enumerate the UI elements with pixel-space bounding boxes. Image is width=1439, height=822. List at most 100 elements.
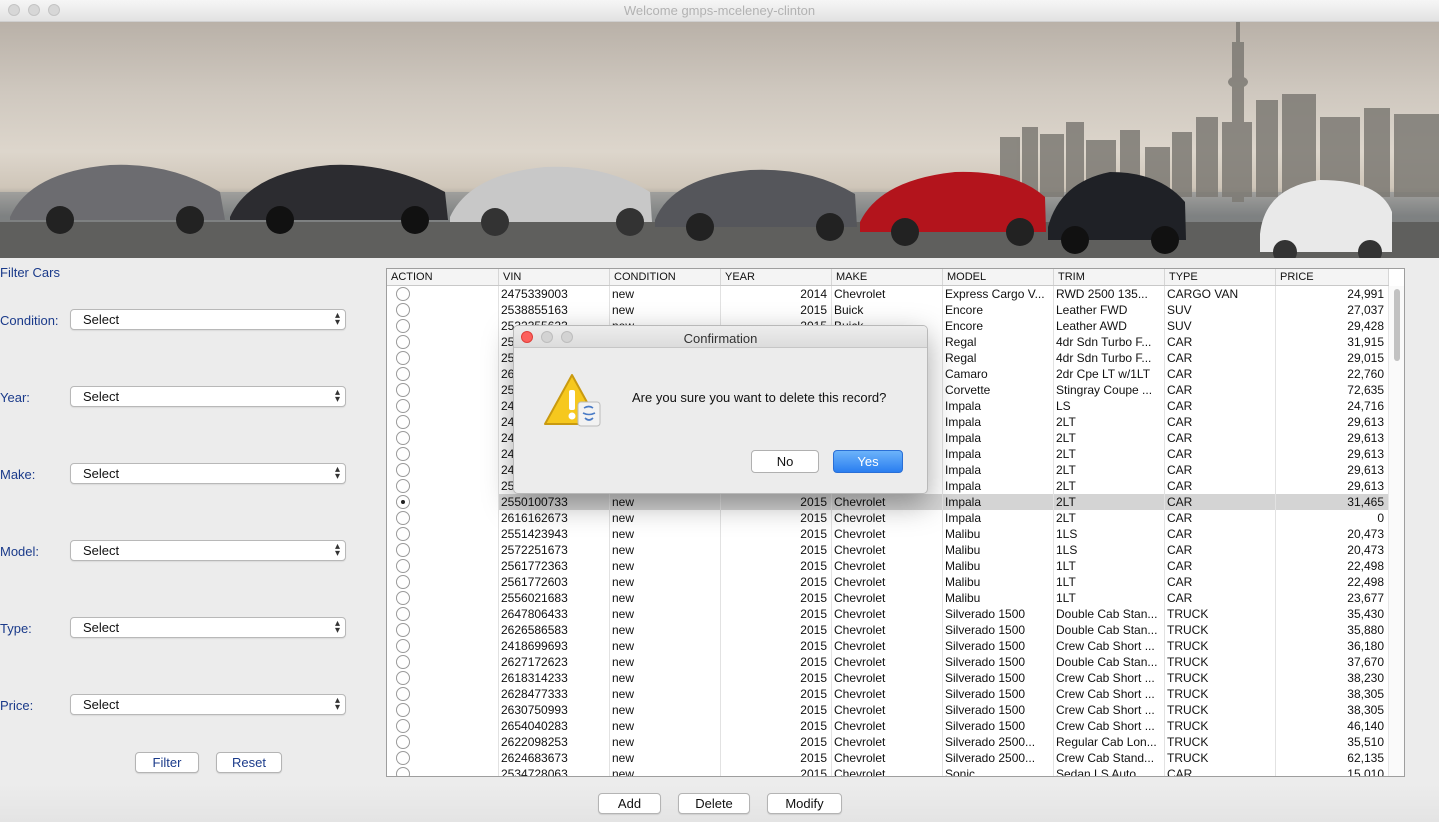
row-select-radio[interactable] [396,735,410,749]
modify-button[interactable]: Modify [767,793,842,814]
row-select-radio[interactable] [396,399,410,413]
column-header-model[interactable]: MODEL [943,269,1054,285]
row-select-radio[interactable] [396,479,410,493]
table-row[interactable]: 2654040283 new 2015 Chevrolet Silverado 1500… [387,718,1389,734]
vin-cell: 2627172623 [499,654,610,670]
type-select[interactable]: Select ▴ ▾ [70,617,346,638]
row-select-radio[interactable] [396,623,410,637]
model-select[interactable]: Select ▴ ▾ [70,540,346,561]
row-select-radio[interactable] [396,463,410,477]
table-row[interactable]: 2550100733 new 2015 Chevrolet Impala 2LT CAR 31… [387,494,1389,510]
row-select-radio[interactable] [396,671,410,685]
table-row[interactable]: 2475339003 new 2014 Chevrolet Express Cargo … [387,286,1389,302]
row-select-radio[interactable] [396,575,410,589]
delete-button[interactable]: Delete [678,793,750,814]
table-scrollbar[interactable] [1388,286,1404,776]
row-select-radio[interactable] [396,367,410,381]
yes-button[interactable]: Yes [833,450,903,473]
add-button[interactable]: Add [598,793,661,814]
table-row[interactable]: 2626586583 new 2015 Chevrolet Silverado 1500… [387,622,1389,638]
row-select-radio[interactable] [396,319,410,333]
row-select-radio[interactable] [396,351,410,365]
row-select-radio[interactable] [396,639,410,653]
vin-cell: 2551423943 [499,526,610,542]
scrollbar-thumb[interactable] [1394,289,1400,361]
row-select-radio[interactable] [396,543,410,557]
type-cell: CAR [1165,766,1276,776]
table-row[interactable]: 2630750993 new 2015 Chevrolet Silverado 1500… [387,702,1389,718]
row-select-radio[interactable] [396,303,410,317]
row-select-radio[interactable] [396,687,410,701]
row-select-radio[interactable] [396,655,410,669]
column-header-condition[interactable]: CONDITION [610,269,721,285]
row-select-radio[interactable] [396,703,410,717]
condition-cell: new [610,638,721,654]
row-select-radio[interactable] [396,591,410,605]
price-cell: 31,915 [1276,334,1389,350]
row-select-radio[interactable] [396,559,410,573]
price-cell: 35,430 [1276,606,1389,622]
make-cell: Chevrolet [832,734,943,750]
price-cell: 72,635 [1276,382,1389,398]
row-select-radio[interactable] [396,335,410,349]
row-select-radio[interactable] [396,767,410,776]
table-row[interactable]: 2618314233 new 2015 Chevrolet Silverado 1500… [387,670,1389,686]
row-select-radio[interactable] [396,607,410,621]
dialog-message: Are you sure you want to delete this rec… [632,390,887,405]
table-row[interactable]: 2622098253 new 2015 Chevrolet Silverado 2500… [387,734,1389,750]
column-header-action[interactable]: ACTION [387,269,499,285]
make-cell: Chevrolet [832,590,943,606]
price-select[interactable]: Select ▴ ▾ [70,694,346,715]
price-cell: 22,498 [1276,558,1389,574]
row-select-radio[interactable] [396,287,410,301]
row-select-radio[interactable] [396,719,410,733]
row-select-radio[interactable] [396,495,410,509]
condition-select[interactable]: Select ▴ ▾ [70,309,346,330]
row-select-radio[interactable] [396,447,410,461]
year-cell: 2015 [721,590,832,606]
table-row[interactable]: 2538855163 new 2015 Buick Encore Leather FWD S… [387,302,1389,318]
row-select-radio[interactable] [396,383,410,397]
trim-cell: 2LT [1054,414,1165,430]
model-cell: Impala [943,414,1054,430]
trim-cell: 4dr Sdn Turbo F... [1054,350,1165,366]
row-select-radio[interactable] [396,527,410,541]
table-row[interactable]: 2561772363 new 2015 Chevrolet Malibu 1LT CAR 22… [387,558,1389,574]
column-header-trim[interactable]: TRIM [1054,269,1165,285]
filter-button[interactable]: Filter [135,752,199,773]
row-select-radio[interactable] [396,415,410,429]
table-row[interactable]: 2616162673 new 2015 Chevrolet Impala 2LT CAR 0 [387,510,1389,526]
vin-cell: 2550100733 [499,494,610,510]
year-cell: 2015 [721,558,832,574]
table-row[interactable]: 2561772603 new 2015 Chevrolet Malibu 1LT CAR 22… [387,574,1389,590]
year-cell: 2015 [721,302,832,318]
reset-button[interactable]: Reset [216,752,282,773]
type-cell: CAR [1165,510,1276,526]
table-row[interactable]: 2534728063 new 2015 Chevrolet Sonic Sedan LS … [387,766,1389,776]
table-row[interactable]: 2418699693 new 2015 Chevrolet Silverado 1500… [387,638,1389,654]
table-row[interactable]: 2572251673 new 2015 Chevrolet Malibu 1LS CAR 20… [387,542,1389,558]
no-button[interactable]: No [751,450,819,473]
model-cell: Encore [943,302,1054,318]
row-select-radio[interactable] [396,511,410,525]
row-select-radio[interactable] [396,431,410,445]
table-row[interactable]: 2551423943 new 2015 Chevrolet Malibu 1LS CAR 20… [387,526,1389,542]
row-select-radio[interactable] [396,751,410,765]
table-row[interactable]: 2647806433 new 2015 Chevrolet Silverado 1500… [387,606,1389,622]
column-header-vin[interactable]: VIN [499,269,610,285]
vin-cell: 2538855163 [499,302,610,318]
table-row[interactable]: 2628477333 new 2015 Chevrolet Silverado 1500… [387,686,1389,702]
table-row[interactable]: 2627172623 new 2015 Chevrolet Silverado 1500… [387,654,1389,670]
type-cell: CAR [1165,414,1276,430]
table-row[interactable]: 2556021683 new 2015 Chevrolet Malibu 1LT CAR 23… [387,590,1389,606]
make-select[interactable]: Select ▴ ▾ [70,463,346,484]
year-select[interactable]: Select ▴ ▾ [70,386,346,407]
year-cell: 2015 [721,654,832,670]
action-cell [387,526,499,542]
make-cell: Chevrolet [832,638,943,654]
column-header-type[interactable]: TYPE [1165,269,1276,285]
table-row[interactable]: 2624683673 new 2015 Chevrolet Silverado 2500… [387,750,1389,766]
column-header-make[interactable]: MAKE [832,269,943,285]
column-header-price[interactable]: PRICE [1276,269,1389,285]
column-header-year[interactable]: YEAR [721,269,832,285]
